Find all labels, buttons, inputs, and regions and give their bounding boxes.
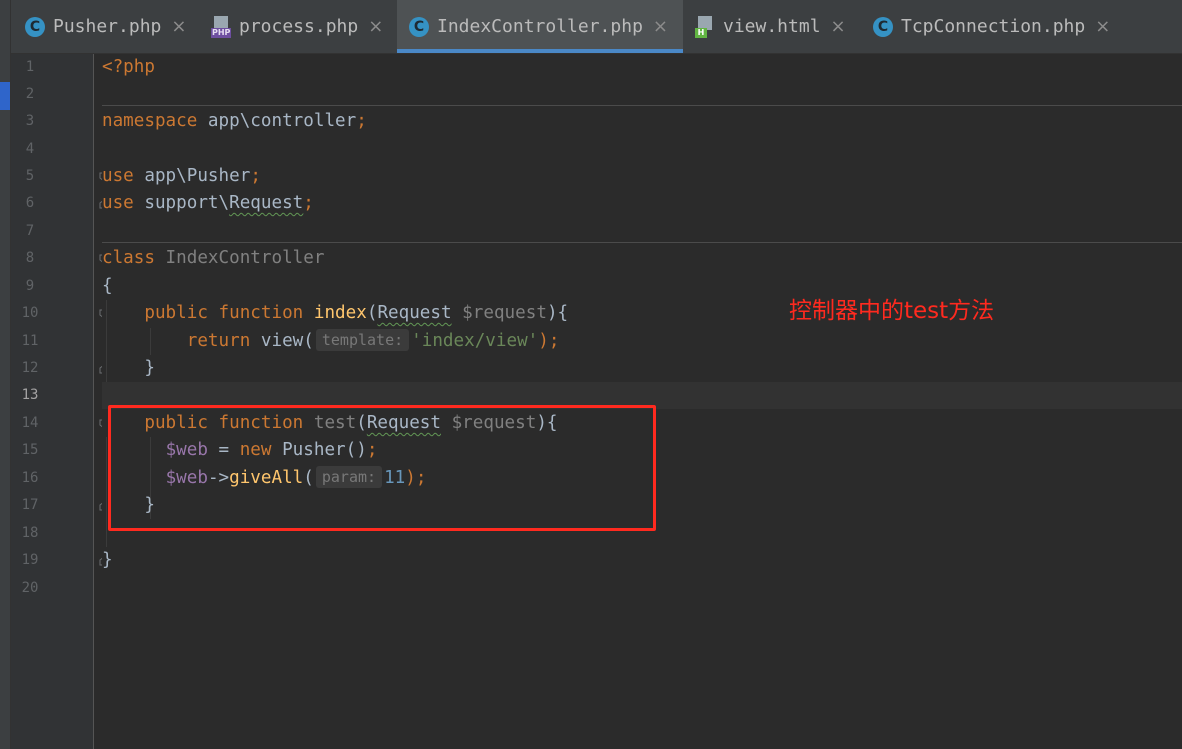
tool-strip-selected[interactable] (0, 82, 10, 110)
annotation-label: 控制器中的test方法 (789, 298, 995, 324)
line-number: 17 (21, 497, 39, 513)
line-number-current: 13 (21, 387, 39, 403)
tab-label: IndexController.php (437, 16, 643, 37)
code-line-3[interactable]: namespace app\controller; (102, 108, 367, 135)
close-icon[interactable]: × (653, 16, 668, 37)
line-number: 12 (21, 360, 39, 376)
highlight-box (108, 405, 656, 531)
line-number: 8 (25, 250, 35, 266)
php-file-icon: PHP (211, 15, 233, 38)
code-line-19[interactable]: } (102, 547, 113, 574)
line-number: 18 (21, 525, 39, 541)
code-line-1[interactable]: <?php (102, 54, 155, 81)
line-number: 10 (21, 305, 39, 321)
line-number: 16 (21, 470, 39, 486)
tab-tcpconnection-php[interactable]: C TcpConnection.php × (873, 0, 1143, 53)
tab-label: Pusher.php (53, 16, 162, 37)
tab-indexcontroller-php[interactable]: C IndexController.php × (397, 0, 683, 53)
tab-label: TcpConnection.php (901, 16, 1086, 37)
line-number-gutter[interactable]: 1 2 3 4 5 6 7 8 9 10 11 12 13 14 15 16 1… (11, 54, 109, 749)
tab-label: process.php (239, 16, 359, 37)
class-icon: C (25, 16, 45, 37)
line-number: 6 (25, 195, 35, 211)
code-line-5[interactable]: use app\Pusher; (102, 163, 261, 190)
method-separator (102, 105, 1182, 106)
line-number: 4 (25, 141, 35, 157)
tab-label: view.html (723, 16, 821, 37)
code-line-12[interactable]: } (102, 355, 155, 382)
line-number: 1 (25, 59, 35, 75)
code-line-8[interactable]: class IndexController (102, 245, 324, 272)
line-number: 5 (25, 168, 35, 184)
class-icon: C (409, 16, 429, 37)
class-icon: C (873, 16, 893, 37)
code-line-6[interactable]: use support\Request; (102, 190, 314, 217)
line-number: 20 (21, 580, 39, 596)
code-line-10[interactable]: public function index(Request $request){ (102, 300, 568, 327)
line-number: 2 (25, 86, 35, 102)
code-line-9[interactable]: { (102, 273, 113, 300)
line-number: 15 (21, 442, 39, 458)
parameter-hint: template: (315, 329, 410, 351)
close-icon[interactable]: × (368, 16, 383, 37)
code-editor[interactable]: <?php namespace app\controller; use app\… (102, 54, 1182, 749)
line-number: 3 (25, 113, 35, 129)
html-file-icon: H (695, 15, 717, 38)
editor-tab-bar: C Pusher.php × PHP process.php × C Index… (11, 0, 1182, 54)
close-icon[interactable]: × (1095, 16, 1110, 37)
line-number: 7 (25, 223, 35, 239)
line-number: 9 (25, 278, 35, 294)
line-number: 11 (21, 333, 39, 349)
line-number: 14 (21, 415, 39, 431)
close-icon[interactable]: × (831, 16, 846, 37)
active-tab-indicator (397, 49, 683, 53)
tab-view-html[interactable]: H view.html × (695, 0, 857, 53)
method-separator (102, 242, 1182, 243)
tab-process-php[interactable]: PHP process.php × (211, 0, 395, 53)
code-line-11[interactable]: return view(template:'index/view'); (102, 328, 559, 355)
close-icon[interactable]: × (171, 16, 186, 37)
line-number: 19 (21, 552, 39, 568)
project-tool-strip[interactable] (0, 0, 11, 749)
tab-pusher-php[interactable]: C Pusher.php × (25, 0, 197, 53)
